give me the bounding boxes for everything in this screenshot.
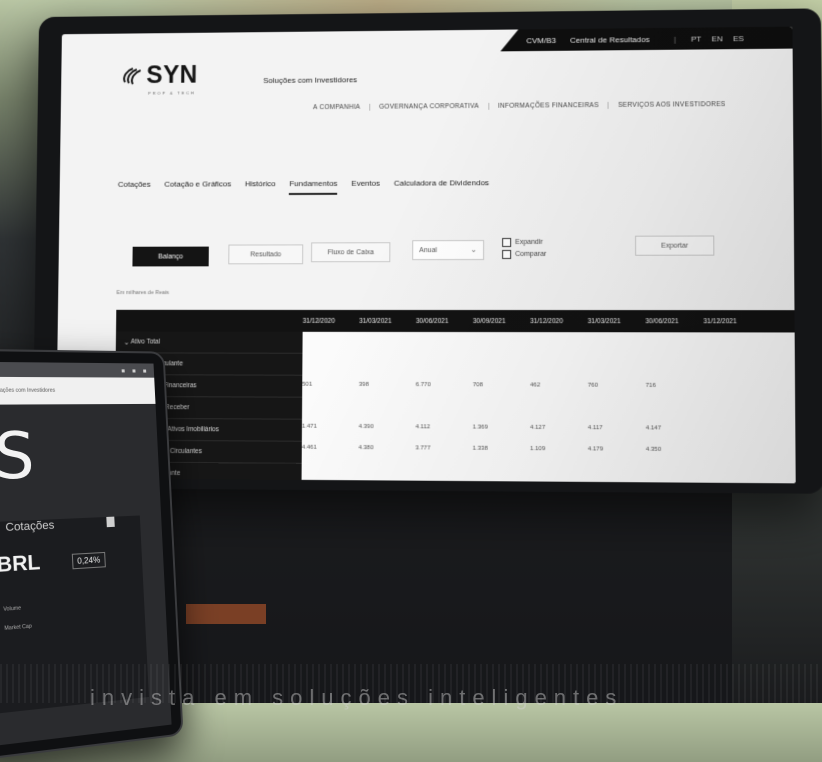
checkbox-box (502, 250, 511, 259)
column-header[interactable]: 31/12/2021 (703, 318, 761, 325)
cash-flow-button[interactable]: Fluxo de Caixa (311, 242, 390, 262)
document-icon[interactable] (106, 517, 114, 528)
content-tabs: Cotações Cotação e Gráficos Histórico Fu… (118, 178, 503, 195)
table-row: 5013986.770708462760716 (302, 374, 796, 397)
units-note: Em milhares de Reais (116, 290, 169, 296)
table-cell: 4.350 (646, 446, 704, 452)
expand-checkbox[interactable]: Expandir (502, 238, 543, 247)
balance-sheet-button[interactable]: Balanço (132, 247, 208, 267)
column-header[interactable]: 31/03/2021 (359, 317, 416, 324)
table-cell: 1.471 (302, 423, 359, 429)
top-bar: CVM/B3 Central de Resultados | PT EN ES (500, 27, 792, 52)
topbar-link-cvm[interactable]: CVM/B3 (526, 36, 556, 45)
nav-governance[interactable]: GOVERNANÇA CORPORATIVA (370, 103, 489, 111)
table-cell: 462 (530, 382, 588, 388)
table-cell: 3.777 (415, 445, 472, 451)
tablet-card-title: Cotações (5, 519, 55, 534)
logo-mark-icon (121, 65, 143, 87)
tab-history[interactable]: Histórico (245, 179, 276, 195)
table-cell: 1.369 (473, 424, 530, 430)
row-label-text: Ativo Total (131, 339, 160, 346)
nav-financial-info[interactable]: INFORMAÇÕES FINANCEIRAS (489, 102, 609, 110)
tablet-bar-dot (122, 369, 125, 372)
tab-quotes-charts[interactable]: Cotação e Gráficos (164, 179, 231, 195)
chevron-down-icon: ⌄ (470, 245, 477, 254)
table-row (302, 332, 795, 354)
table-cell: 4.112 (416, 424, 473, 430)
expand-checkbox-label: Expandir (515, 239, 543, 246)
column-header[interactable]: 30/06/2021 (416, 317, 473, 324)
lang-pt[interactable]: PT (691, 34, 701, 43)
table-body: ⌄ Ativo Total ⌄ Ativo Circulante Aplicaç… (114, 332, 796, 484)
table-grid: 5013986.770708462760716 1.4714.3904.1121… (302, 332, 796, 484)
tablet-topbar (0, 362, 154, 378)
tablet-price: BRL (0, 551, 41, 578)
table-cell: 398 (359, 381, 416, 387)
table-cell: 1.109 (530, 446, 588, 452)
column-header[interactable]: 31/12/2020 (530, 318, 588, 325)
table-header: 31/12/2020 31/03/2021 30/06/2021 30/09/2… (116, 310, 796, 333)
nav-company[interactable]: A COMPANHIA (304, 104, 370, 111)
table-cell: 1.338 (473, 445, 530, 451)
tab-events[interactable]: Eventos (351, 179, 380, 195)
tablet-change-badge: 0,24% (72, 552, 106, 569)
export-button[interactable]: Exportar (635, 235, 714, 255)
main-nav: A COMPANHIA GOVERNANÇA CORPORATIVA INFOR… (304, 101, 735, 111)
overlay-letter: S (0, 420, 35, 494)
tablet-bar-dot (143, 369, 146, 372)
table-row (302, 353, 795, 375)
period-select-value: Anual (419, 247, 437, 254)
column-header[interactable]: 30/06/2021 (645, 318, 703, 325)
fundamentals-table: 31/12/2020 31/03/2021 30/06/2021 30/09/2… (114, 310, 796, 484)
compare-checkbox-label: Comparar (515, 251, 546, 258)
table-cell: 4.461 (302, 444, 359, 450)
brand-name: SYN (146, 64, 198, 86)
table-cell: 760 (588, 382, 646, 388)
table-cell: 4.127 (530, 424, 588, 430)
lang-en[interactable]: EN (712, 34, 723, 43)
column-header[interactable]: 31/03/2021 (588, 318, 646, 325)
table-cell: 708 (473, 382, 530, 388)
table-cell: 4.179 (588, 446, 646, 452)
tablet-bar-dot (132, 369, 135, 372)
site-subtitle: Soluções com Investidores (263, 75, 357, 85)
table-row: 1.4714.3904.1121.3694.1274.1174.147 (302, 416, 796, 440)
lang-es[interactable]: ES (733, 34, 744, 43)
table-cell: 501 (302, 381, 359, 387)
column-header[interactable]: 31/12/2020 (303, 317, 360, 324)
table-row (302, 458, 796, 483)
tablet-metric-label: Volume (3, 605, 21, 613)
tab-quotes[interactable]: Cotações (118, 180, 151, 196)
brand-tagline: PROP & TECH (148, 90, 196, 95)
desk-object (186, 604, 266, 624)
table-row (302, 395, 796, 418)
tablet-nav[interactable]: Relações com Investidores (0, 377, 156, 405)
topbar-link-results[interactable]: Central de Resultados (570, 35, 650, 45)
period-select[interactable]: Anual ⌄ (412, 240, 484, 260)
table-cell: 4.117 (588, 425, 646, 431)
table-cell: 4.380 (358, 445, 415, 451)
compare-checkbox[interactable]: Comparar (502, 250, 546, 259)
topbar-divider: | (674, 34, 676, 43)
income-statement-button[interactable]: Resultado (228, 244, 303, 264)
table-cell: 4.390 (359, 423, 416, 429)
tab-fundamentals[interactable]: Fundamentos (289, 179, 337, 195)
column-header[interactable]: 30/09/2021 (473, 318, 530, 325)
nav-investor-services[interactable]: SERVIÇOS AOS INVESTIDORES (609, 101, 735, 109)
checkbox-box (502, 238, 511, 247)
statement-controls: Balanço Resultado Fluxo de Caixa Anual ⌄… (119, 225, 727, 282)
tab-dividend-calculator[interactable]: Calculadora de Dividendos (394, 178, 489, 194)
overlay-caption: invista em soluções inteligentes (90, 685, 623, 711)
table-cell: 6.770 (416, 382, 473, 388)
brand-logo[interactable]: SYN PROP & TECH (121, 64, 198, 86)
table-cell: 716 (646, 382, 704, 388)
table-cell: 4.147 (646, 425, 704, 431)
